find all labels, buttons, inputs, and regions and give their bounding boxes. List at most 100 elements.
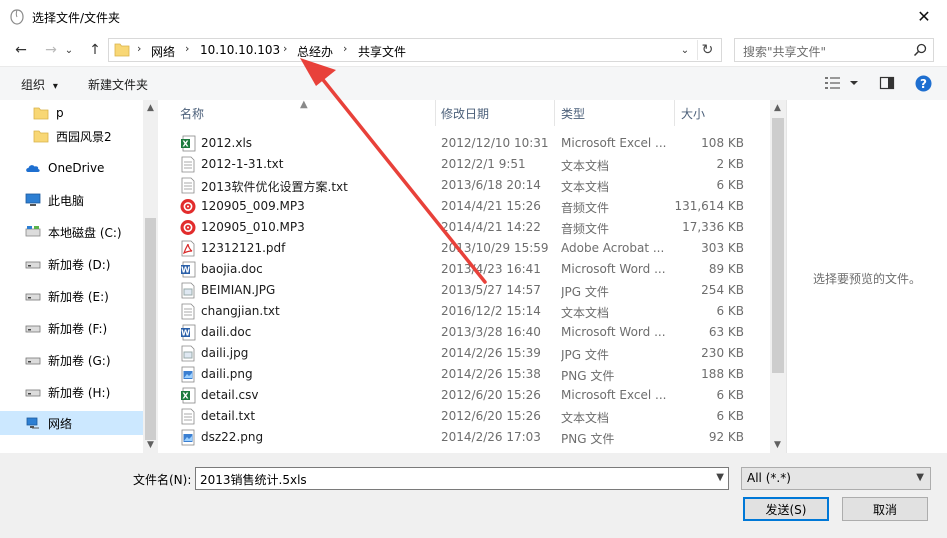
window-title: 选择文件/文件夹 <box>32 11 121 25</box>
organize-label: 组织 <box>21 78 46 92</box>
column-divider[interactable] <box>435 100 436 126</box>
file-type-select[interactable]: All (*.*) ▼ <box>741 467 931 490</box>
file-list-scrollbar[interactable]: ▲ ▼ <box>770 100 786 453</box>
recent-locations-button[interactable]: ⌄ <box>62 40 76 60</box>
png-icon <box>181 366 195 383</box>
sidebar-item-drive-h[interactable]: 新加卷 (H:) <box>0 380 143 404</box>
column-header-size[interactable]: 大小 <box>681 100 705 126</box>
sidebar-item-network[interactable]: 网络 <box>0 411 143 435</box>
forward-button[interactable]: → <box>40 40 62 60</box>
title-bar: 选择文件/文件夹 ✕ <box>0 0 947 34</box>
help-button[interactable]: ? <box>915 75 932 95</box>
file-row[interactable]: 12312121.pdf 2013/10/29 15:59 Adobe Acroba… <box>158 238 770 259</box>
send-button[interactable]: 发送(S) <box>743 497 829 521</box>
excel-icon: X <box>181 387 196 404</box>
sidebar-item-p[interactable]: p <box>0 101 143 125</box>
new-folder-button[interactable]: 新建文件夹 <box>88 76 148 93</box>
scroll-down-icon[interactable]: ▼ <box>770 440 785 450</box>
breadcrumb-current[interactable]: 共享文件 <box>358 43 406 60</box>
address-dropdown-button[interactable]: ⌄ <box>677 42 693 58</box>
view-options-button[interactable] <box>824 75 860 94</box>
filename-label: 文件名(N): <box>133 473 192 487</box>
file-date: 2013/5/27 14:57 <box>441 283 541 297</box>
filename-field[interactable]: 2013销售统计.5xls ▼ <box>195 467 729 490</box>
scroll-down-icon[interactable]: ▼ <box>143 440 158 450</box>
word-icon: W <box>181 261 196 278</box>
file-row[interactable]: 2012-1-31.txt 2012/2/1 9:51 文本文档 2 KB <box>158 154 770 175</box>
chevron-down-icon[interactable]: ▼ <box>716 472 724 483</box>
file-row[interactable]: dsz22.png 2014/2/26 17:03 PNG 文件 92 KB <box>158 427 770 448</box>
breadcrumb-host[interactable]: 10.10.10.103 <box>200 43 280 57</box>
sidebar-item-drive-c[interactable]: 本地磁盘 (C:) <box>0 220 143 244</box>
file-type: 文本文档 <box>561 411 610 425</box>
search-input[interactable]: 搜索"共享文件" <box>734 38 934 62</box>
drive-icon <box>25 261 41 269</box>
up-button[interactable]: ↑ <box>84 40 106 60</box>
scrollbar-thumb[interactable] <box>772 118 784 373</box>
file-type: Adobe Acrobat ... <box>561 241 665 255</box>
text-file-icon <box>181 408 195 425</box>
scroll-up-icon[interactable]: ▲ <box>143 103 158 113</box>
organize-button[interactable]: 组织 ▾ <box>21 76 58 93</box>
file-row[interactable]: 2013软件优化设置方案.txt 2013/6/18 20:14 文本文档 6 KB <box>158 175 770 196</box>
breadcrumb-folder[interactable]: 总经办 <box>297 43 333 60</box>
file-name: detail.txt <box>201 409 256 423</box>
file-name: detail.csv <box>201 388 259 402</box>
preview-empty-message: 选择要预览的文件。 <box>813 272 922 286</box>
sidebar-item-xiyuan[interactable]: 西园风景2 <box>0 124 143 148</box>
sidebar-item-drive-f[interactable]: 新加卷 (F:) <box>0 316 143 340</box>
file-row[interactable]: Wdaili.doc 2013/3/28 16:40 Microsoft Word … <box>158 322 770 343</box>
file-row[interactable]: X 2012.xls 2012/12/10 10:31 Microsoft Excel… <box>158 133 770 154</box>
folder-icon <box>114 43 130 57</box>
navigation-scrollbar[interactable]: ▲ ▼ <box>143 100 158 453</box>
file-name: 2012-1-31.txt <box>201 157 284 171</box>
scrollbar-thumb[interactable] <box>145 218 156 440</box>
close-button[interactable]: ✕ <box>901 0 947 32</box>
back-button[interactable]: ← <box>10 40 32 60</box>
file-row[interactable]: 120905_010.MP3 2014/4/21 14:22 音频文件 17,336 … <box>158 217 770 238</box>
file-row[interactable]: BEIMIAN.JPG 2013/5/27 14:57 JPG 文件 254 KB <box>158 280 770 301</box>
file-size: 108 KB <box>701 136 744 150</box>
column-divider[interactable] <box>674 100 675 126</box>
cloud-icon <box>26 165 40 172</box>
audio-icon <box>180 199 196 214</box>
sidebar-item-drive-d[interactable]: 新加卷 (D:) <box>0 252 143 276</box>
file-row[interactable]: daili.png 2014/2/26 15:38 PNG 文件 188 KB <box>158 364 770 385</box>
filename-value[interactable]: 2013销售统计.5xls <box>200 471 307 488</box>
breadcrumb-separator: › <box>343 42 348 55</box>
file-row[interactable]: Wbaojia.doc 2013/4/23 16:41 Microsoft Word… <box>158 259 770 280</box>
breadcrumb-separator: › <box>137 42 142 55</box>
audio-icon <box>180 220 196 235</box>
breadcrumb-network[interactable]: 网络 <box>151 43 175 60</box>
file-row[interactable]: detail.txt 2012/6/20 15:26 文本文档 6 KB <box>158 406 770 427</box>
sidebar-item-onedrive[interactable]: OneDrive <box>0 156 143 180</box>
file-row[interactable]: changjian.txt 2016/12/2 15:14 文本文档 6 KB <box>158 301 770 322</box>
drive-icon <box>25 226 41 237</box>
file-size: 17,336 KB <box>682 220 744 234</box>
column-header-type[interactable]: 类型 <box>561 100 585 126</box>
file-size: 131,614 KB <box>674 199 744 213</box>
sidebar-item-drive-g[interactable]: 新加卷 (G:) <box>0 348 143 372</box>
file-name: 120905_010.MP3 <box>201 220 305 234</box>
file-date: 2012/6/20 15:26 <box>441 409 541 423</box>
sidebar-item-drive-e[interactable]: 新加卷 (E:) <box>0 284 143 308</box>
file-row[interactable]: Xdetail.csv 2012/6/20 15:26 Microsoft Exce… <box>158 385 770 406</box>
file-type: 文本文档 <box>561 306 610 320</box>
address-bar[interactable]: › 网络 › 10.10.10.103 › 总经办 › 共享文件 ⌄ ↻ <box>108 38 722 62</box>
file-date: 2014/4/21 15:26 <box>441 199 541 213</box>
file-date: 2013/4/23 16:41 <box>441 262 541 276</box>
column-header-date[interactable]: 修改日期 <box>441 100 489 126</box>
column-header-name[interactable]: 名称 <box>180 100 204 126</box>
file-date: 2016/12/2 15:14 <box>441 304 541 318</box>
sort-ascending-icon: ▲ <box>300 100 308 110</box>
sidebar-item-this-pc[interactable]: 此电脑 <box>0 188 143 212</box>
refresh-button[interactable]: ↻ <box>697 40 717 60</box>
cancel-button[interactable]: 取消 <box>842 497 928 521</box>
file-row[interactable]: 120905_009.MP3 2014/4/21 15:26 音频文件 131,614… <box>158 196 770 217</box>
file-row[interactable]: daili.jpg 2014/2/26 15:39 JPG 文件 230 KB <box>158 343 770 364</box>
file-name: BEIMIAN.JPG <box>201 283 276 297</box>
scroll-up-icon[interactable]: ▲ <box>770 103 785 113</box>
preview-pane-button[interactable] <box>879 75 895 94</box>
column-divider[interactable] <box>554 100 555 126</box>
file-type: Microsoft Word ... <box>561 262 666 276</box>
